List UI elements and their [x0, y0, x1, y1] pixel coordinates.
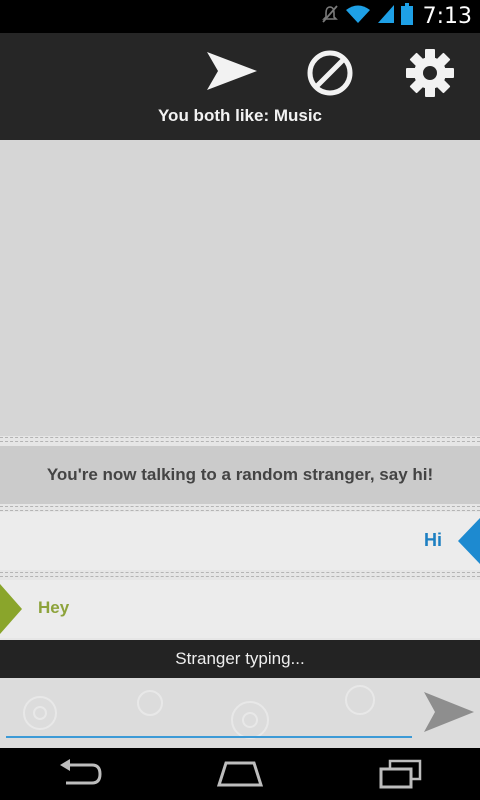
system-message-text: You're now talking to a random stranger,… — [46, 465, 434, 484]
block-stranger-button[interactable] — [300, 41, 360, 101]
wifi-icon — [345, 4, 371, 29]
divider — [0, 576, 480, 577]
typing-status-text: Stranger typing... — [175, 649, 305, 668]
system-message: You're now talking to a random stranger,… — [0, 446, 480, 504]
back-icon — [60, 759, 102, 785]
typing-status-bar: Stranger typing... — [0, 640, 480, 678]
mute-vibrate-icon — [321, 4, 339, 29]
you-message-marker — [458, 518, 480, 564]
message-composer — [0, 678, 480, 748]
recent-apps-icon — [379, 759, 422, 789]
message-row-stranger: Hey — [0, 580, 480, 638]
divider — [0, 506, 480, 507]
back-button[interactable] — [40, 750, 120, 798]
block-icon — [307, 50, 353, 96]
navigation-bar — [0, 748, 480, 800]
send-icon — [424, 692, 474, 732]
input-send-button[interactable] — [420, 686, 476, 738]
gear-icon — [406, 49, 454, 97]
cell-signal-icon — [377, 4, 395, 29]
chat-empty-space — [0, 140, 480, 436]
chat-area[interactable]: You're now talking to a random stranger,… — [0, 140, 480, 640]
settings-button[interactable] — [400, 41, 460, 101]
message-text-stranger: Hey — [38, 598, 70, 617]
status-bar: 7:13 — [0, 0, 480, 33]
message-text-you: Hi — [424, 530, 442, 550]
send-icon — [207, 52, 257, 90]
home-button[interactable] — [200, 750, 280, 798]
send-button[interactable] — [202, 41, 262, 101]
stranger-message-marker — [0, 584, 22, 634]
action-bar: You both like: Music — [0, 33, 480, 140]
recent-apps-button[interactable] — [360, 750, 440, 798]
message-input[interactable] — [6, 686, 412, 738]
divider — [0, 437, 480, 438]
divider — [0, 572, 480, 573]
divider — [0, 441, 480, 442]
home-icon — [216, 761, 264, 787]
divider — [0, 510, 480, 511]
message-row-you: Hi — [0, 512, 480, 570]
status-time: 7:13 — [422, 4, 472, 29]
battery-icon — [400, 3, 413, 30]
common-interest-label: You both like: Music — [157, 106, 323, 125]
